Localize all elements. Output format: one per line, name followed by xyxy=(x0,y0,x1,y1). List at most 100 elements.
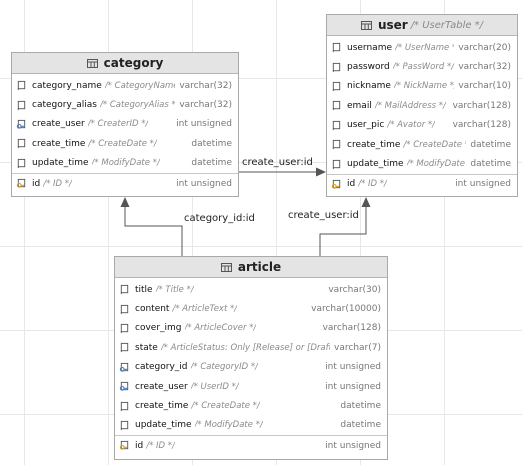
column-name: category_id xyxy=(135,362,188,373)
column-comment: /* ID */ xyxy=(146,440,175,451)
column-icon xyxy=(332,101,341,111)
column-type: datetime xyxy=(340,420,381,431)
column-type: int unsigned xyxy=(176,178,232,189)
column-row-nickname[interactable]: nickname/* NickName */varchar(10) xyxy=(327,77,517,96)
column-comment: /* ArticleText */ xyxy=(172,304,238,315)
relation-label-category-user: create_user:id xyxy=(242,157,313,168)
column-row-update-time[interactable]: update_time/* ModifyDate */ datetime xyxy=(12,154,238,173)
column-comment: /* ArticleCover */ xyxy=(184,323,257,334)
column-row-title[interactable]: title/* Title */ varchar(30) xyxy=(115,280,387,299)
column-comment: /* CategoryID */ xyxy=(190,362,259,373)
entity-title-user: user xyxy=(377,18,408,32)
column-row-create-user[interactable]: create_user/* CreaterID */ int unsigned xyxy=(12,115,238,134)
column-name: create_time xyxy=(347,139,401,150)
column-icon xyxy=(17,139,26,149)
column-row-create-time[interactable]: create_time/* CreateDate */datetime xyxy=(327,135,517,154)
column-row-id[interactable]: id/* ID */ int unsigned xyxy=(327,173,517,194)
column-icon xyxy=(332,140,341,150)
relation-label-article-category: category_id:id xyxy=(184,213,255,224)
column-icon xyxy=(120,304,129,314)
column-comment: /* ModifyDate */ xyxy=(406,159,467,170)
column-row-id[interactable]: id/* ID */ int unsigned xyxy=(115,435,387,455)
column-comment: /* UserID */ xyxy=(190,381,239,392)
column-row-create-user[interactable]: create_user/* UserID */ int unsigned xyxy=(115,377,387,396)
column-comment: /* ArticleStatus: Only [Release] or [Dra… xyxy=(160,342,331,353)
column-name: content xyxy=(135,304,170,315)
table-icon xyxy=(86,58,98,68)
column-name: create_time xyxy=(135,401,189,412)
column-row-username[interactable]: username/* UserName */varchar(20) xyxy=(327,38,517,57)
relation-line-article-category xyxy=(124,207,183,256)
column-name: id xyxy=(32,178,41,189)
column-type: varchar(32) xyxy=(179,100,232,111)
column-row-content[interactable]: content/* ArticleText */ varchar(10000) xyxy=(115,299,387,318)
relation-label-article-user: create_user:id xyxy=(288,210,359,221)
column-type: datetime xyxy=(191,158,232,169)
entity-header-user[interactable]: user /* UserTable */ xyxy=(327,15,517,36)
column-row-update-time[interactable]: update_time/* ModifyDate */datetime xyxy=(115,416,387,435)
column-type: varchar(7) xyxy=(334,342,381,353)
column-comment: /* ModifyDate */ xyxy=(91,158,160,169)
column-type: int unsigned xyxy=(325,440,381,451)
column-comment: /* CategoryName */ xyxy=(104,80,176,91)
primary-key-column-icon xyxy=(331,179,341,189)
column-row-cover-img[interactable]: cover_img/* ArticleCover */ varchar(128) xyxy=(115,319,387,338)
column-name: user_pic xyxy=(347,120,385,131)
column-type: varchar(30) xyxy=(328,284,381,295)
column-row-category-id[interactable]: category_id/* CategoryID */ int unsigned xyxy=(115,358,387,377)
arrowhead-category-user xyxy=(316,167,326,177)
arrowhead-article-category xyxy=(120,197,130,207)
column-type: varchar(10000) xyxy=(311,304,381,315)
column-comment: /* CreaterID */ xyxy=(87,119,149,130)
entity-user[interactable]: user /* UserTable */ username/* UserName… xyxy=(326,14,518,197)
column-row-password[interactable]: password/* PassWord */varchar(32) xyxy=(327,57,517,76)
column-row-state[interactable]: state/* ArticleStatus: Only [Release] or… xyxy=(115,338,387,357)
foreign-key-column-icon xyxy=(119,362,129,372)
column-icon xyxy=(120,401,129,411)
column-icon xyxy=(332,120,341,130)
column-name: password xyxy=(347,62,390,73)
column-comment: /* CategoryAlias */ xyxy=(100,100,176,111)
column-row-user-pic[interactable]: user_pic/* Avator */ varchar(128) xyxy=(327,116,517,135)
column-comment: /* CreateDate */ xyxy=(191,401,260,412)
entity-article[interactable]: article title/* Title */ varchar(30) conte… xyxy=(114,256,388,460)
column-icon xyxy=(120,420,129,431)
foreign-key-column-icon xyxy=(119,382,129,391)
arrowhead-article-user xyxy=(361,197,371,207)
column-row-email[interactable]: email/* MailAddress */ varchar(128) xyxy=(327,96,517,115)
primary-key-column-icon xyxy=(119,441,129,451)
column-row-category-name[interactable]: category_name/* CategoryName */varchar(3… xyxy=(12,76,238,95)
column-type: datetime xyxy=(470,139,511,150)
column-icon xyxy=(120,285,129,295)
table-icon xyxy=(360,20,372,30)
column-name: state xyxy=(135,342,158,353)
column-type: varchar(32) xyxy=(458,62,511,73)
column-comment: /* NickName */ xyxy=(393,81,455,92)
column-row-category-alias[interactable]: category_alias/* CategoryAlias */varchar… xyxy=(12,95,238,114)
column-icon xyxy=(332,62,341,72)
column-row-id[interactable]: id/* ID */ int unsigned xyxy=(12,172,238,193)
entity-header-category[interactable]: category xyxy=(12,53,238,74)
column-name: update_time xyxy=(135,420,192,431)
column-row-create-time[interactable]: create_time/* CreateDate */datetime xyxy=(12,134,238,153)
column-name: update_time xyxy=(347,159,404,170)
column-type: varchar(20) xyxy=(458,42,511,53)
entity-category[interactable]: category category_name/* CategoryName */… xyxy=(11,52,239,197)
column-type: datetime xyxy=(340,401,381,412)
column-icon xyxy=(120,323,129,334)
column-type: varchar(32) xyxy=(179,80,232,91)
column-name: cover_img xyxy=(135,323,182,334)
column-icon xyxy=(120,343,129,353)
entity-header-article[interactable]: article xyxy=(115,257,387,278)
entity-comment-user: /* UserTable */ xyxy=(410,19,484,31)
column-type: varchar(128) xyxy=(452,100,511,111)
column-type: int unsigned xyxy=(325,381,381,392)
column-row-update-time[interactable]: update_time/* ModifyDate */datetime xyxy=(327,154,517,173)
column-comment: /* PassWord */ xyxy=(392,62,455,73)
column-name: update_time xyxy=(32,158,89,169)
column-comment: /* Avator */ xyxy=(387,120,436,131)
column-name: id xyxy=(135,440,144,451)
column-row-create-time[interactable]: create_time/* CreateDate */ datetime xyxy=(115,396,387,415)
column-name: username xyxy=(347,42,392,53)
column-comment: /* MailAddress */ xyxy=(374,100,446,111)
